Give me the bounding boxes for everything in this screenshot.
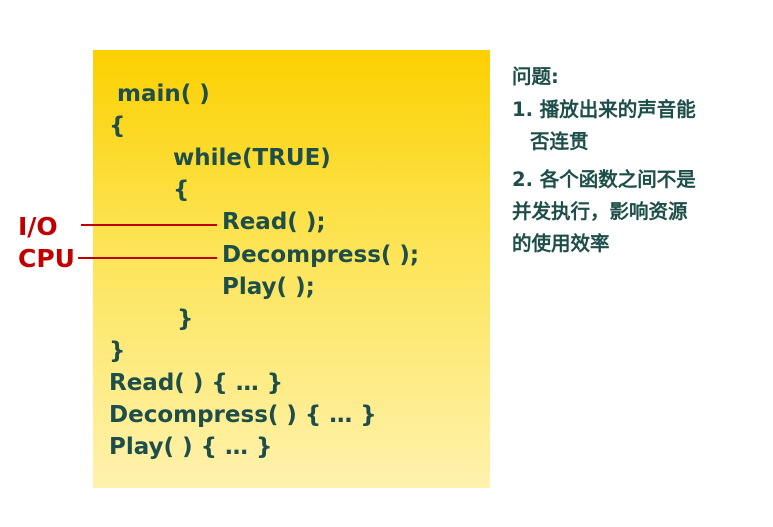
note-item-1: 1. 播放出来的声音能 否连贯	[512, 94, 696, 158]
code-line-main: main( )	[117, 81, 210, 107]
note-item-2-line-1: 2. 各个函数之间不是	[512, 168, 696, 191]
note-item-1-line-1: 1. 播放出来的声音能	[512, 98, 696, 121]
code-line-while: while(TRUE)	[173, 145, 331, 171]
code-line-close-brace: }	[109, 338, 126, 364]
code-line-while-open-brace: {	[173, 177, 190, 203]
io-connector-line	[81, 224, 217, 226]
note-item-2-line-3: 的使用效率	[512, 232, 610, 255]
io-label: I/O	[18, 212, 58, 241]
note-item-2-line-2: 并发执行，影响资源	[512, 200, 688, 223]
code-line-read-call: Read( );	[222, 209, 326, 235]
code-line-play-def: Play( ) { … }	[109, 434, 273, 460]
code-line-open-brace: {	[109, 113, 126, 139]
code-line-read-def: Read( ) { … }	[109, 370, 284, 396]
cpu-label: CPU	[18, 244, 75, 273]
code-line-decompress-call: Decompress( );	[222, 242, 420, 268]
cpu-connector-line	[78, 257, 217, 259]
note-item-1-line-2: 否连贯	[530, 130, 589, 153]
code-line-while-close-brace: }	[177, 306, 194, 332]
code-line-play-call: Play( );	[222, 274, 315, 300]
notes-title: 问题:	[512, 65, 559, 88]
code-line-decompress-def: Decompress( ) { … }	[109, 402, 377, 428]
note-item-2: 2. 各个函数之间不是 并发执行，影响资源 的使用效率	[512, 164, 696, 260]
